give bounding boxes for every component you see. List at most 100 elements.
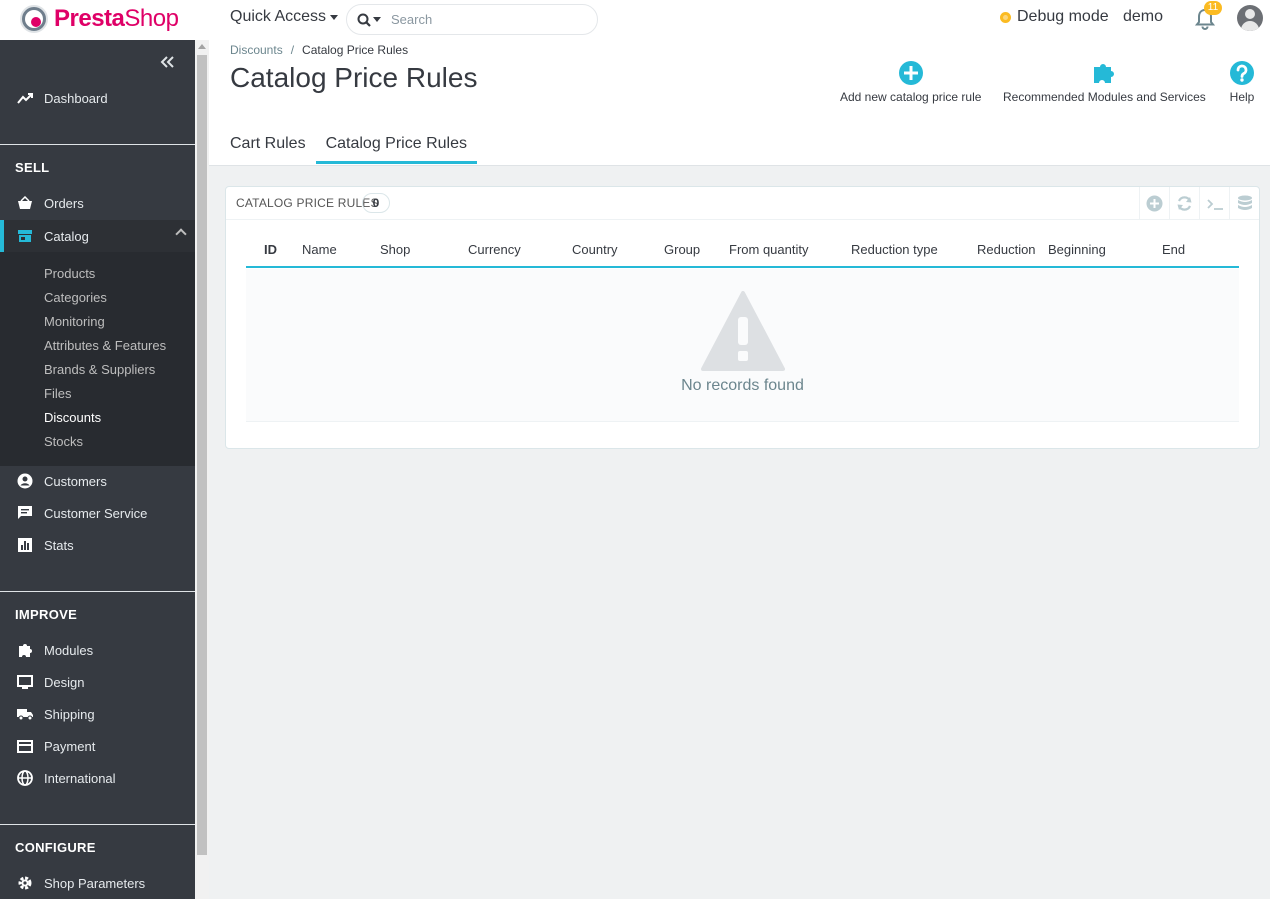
modules-button-label: Recommended Modules and Services [1003, 90, 1206, 104]
caret-down-icon [373, 17, 381, 22]
terminal-icon [1206, 198, 1223, 210]
page-header: Discounts / Catalog Price Rules Catalog … [209, 40, 1270, 166]
sidebar-item-modules[interactable]: Modules [0, 634, 195, 666]
help-button[interactable]: Help [1229, 60, 1255, 104]
caret-down-icon [330, 14, 339, 20]
gear-icon [16, 874, 34, 892]
sidebar-item-payment[interactable]: Payment [0, 730, 195, 762]
column-header-name[interactable]: Name [302, 242, 337, 257]
column-header-group[interactable]: Group [664, 242, 700, 257]
sidebar-item-label: Catalog [44, 228, 89, 244]
section-title-configure: CONFIGURE [15, 840, 96, 855]
column-header-from-quantity[interactable]: From quantity [729, 242, 808, 257]
sidebar-item-shipping[interactable]: Shipping [0, 698, 195, 730]
column-header-beginning[interactable]: Beginning [1048, 242, 1106, 257]
tab-cart-rules[interactable]: Cart Rules [230, 128, 316, 164]
breadcrumb-current: Catalog Price Rules [302, 43, 409, 57]
show-sql-query-tool[interactable] [1199, 187, 1229, 220]
sidebar-item-label: Dashboard [44, 90, 108, 106]
panel-heading: Catalog Price Rules 0 [226, 187, 1259, 220]
sidebar-subitem-stocks[interactable]: Stocks [44, 434, 83, 449]
debug-mode-indicator[interactable]: Debug mode [1000, 8, 1109, 26]
sidebar-item-shop-parameters[interactable]: Shop Parameters [0, 867, 195, 899]
search-input[interactable] [391, 12, 571, 27]
column-header-reduction-type[interactable]: Reduction type [851, 242, 938, 257]
add-new-tool[interactable] [1139, 187, 1169, 220]
sidebar-subitem-discounts[interactable]: Discounts [44, 410, 101, 425]
puzzle-icon [1094, 64, 1115, 83]
sidebar-subitem-categories[interactable]: Categories [44, 290, 107, 305]
empty-state: No records found [246, 269, 1239, 422]
breadcrumb-parent[interactable]: Discounts [230, 43, 283, 57]
account-circle-icon [16, 472, 34, 490]
logo-text-part2: Shop [124, 5, 179, 32]
sidebar-item-label: Shipping [44, 706, 95, 722]
sidebar-item-label: Customers [44, 473, 107, 489]
divider [0, 144, 195, 145]
sidebar-scrollbar[interactable] [195, 40, 209, 899]
panel-toolbar [1139, 187, 1259, 220]
desktop-icon [16, 673, 34, 691]
column-header-reduction[interactable]: Reduction [977, 242, 1036, 257]
sidebar-item-dashboard[interactable]: Dashboard [0, 82, 195, 114]
sidebar-subitem-monitoring[interactable]: Monitoring [44, 314, 105, 329]
panel-title: Catalog Price Rules [236, 196, 379, 210]
export-sql-manager-tool[interactable] [1229, 187, 1259, 220]
globe-icon [16, 769, 34, 787]
column-header-id[interactable]: ID [264, 242, 277, 257]
sidebar: Dashboard SELL Orders Catalog Products C… [0, 40, 195, 899]
quick-access-dropdown[interactable]: Quick Access [230, 8, 339, 26]
avatar[interactable] [1237, 5, 1263, 31]
sidebar-item-design[interactable]: Design [0, 666, 195, 698]
add-circle-icon [1146, 195, 1163, 212]
tab-catalog-price-rules[interactable]: Catalog Price Rules [315, 128, 477, 164]
add-catalog-price-rule-button[interactable]: Add new catalog price rule [840, 60, 981, 104]
divider [0, 591, 195, 592]
sidebar-item-label: Shop Parameters [44, 875, 146, 891]
sidebar-item-customers[interactable]: Customers [0, 465, 195, 497]
collapse-sidebar-icon[interactable] [160, 52, 174, 73]
logo-text-part1: Presta [54, 5, 125, 32]
scroll-up-icon[interactable] [198, 44, 206, 49]
empty-state-text: No records found [681, 377, 804, 394]
help-circle-icon [1230, 61, 1254, 85]
sidebar-subitem-products[interactable]: Products [44, 266, 95, 281]
trending-up-icon [16, 89, 34, 107]
page-title: Catalog Price Rules [230, 62, 478, 93]
tabs: Cart Rules Catalog Price Rules [230, 128, 477, 164]
credit-card-icon [16, 737, 34, 755]
bar-chart-icon [16, 536, 34, 554]
column-header-end[interactable]: End [1162, 242, 1185, 257]
warning-icon [701, 291, 785, 371]
breadcrumb-separator: / [290, 43, 295, 57]
sidebar-subitem-attributes[interactable]: Attributes & Features [44, 338, 166, 353]
column-header-country[interactable]: Country [572, 242, 618, 257]
sidebar-item-international[interactable]: International [0, 762, 195, 794]
sidebar-item-catalog[interactable]: Catalog [0, 220, 195, 252]
column-header-currency[interactable]: Currency [468, 242, 521, 257]
sidebar-subitem-brands[interactable]: Brands & Suppliers [44, 362, 155, 377]
top-bar: PrestaShop Quick Access Debug mode demo … [0, 0, 1270, 40]
scrollbar-thumb[interactable] [197, 55, 207, 855]
logo-text: PrestaShop [54, 5, 179, 33]
shop-name[interactable]: demo [1123, 8, 1163, 26]
bug-icon [1000, 11, 1011, 23]
search-type-dropdown[interactable] [357, 13, 381, 27]
prestashop-logo-icon [20, 5, 48, 33]
recommended-modules-button[interactable]: Recommended Modules and Services [1003, 60, 1206, 104]
sidebar-item-label: Payment [44, 738, 96, 754]
sidebar-item-label: Modules [44, 642, 94, 658]
refresh-list-tool[interactable] [1169, 187, 1199, 220]
sidebar-item-label: Customer Service [44, 505, 148, 521]
sidebar-item-orders[interactable]: Orders [0, 187, 195, 219]
logo[interactable]: PrestaShop [20, 4, 179, 34]
search-box [346, 4, 598, 35]
shopping-basket-icon [16, 194, 34, 212]
sidebar-item-stats[interactable]: Stats [0, 529, 195, 561]
column-header-shop[interactable]: Shop [380, 242, 410, 257]
sidebar-item-customer-service[interactable]: Customer Service [0, 497, 195, 529]
breadcrumb: Discounts / Catalog Price Rules [230, 43, 408, 57]
sidebar-subitem-files[interactable]: Files [44, 386, 71, 401]
chat-icon [16, 504, 34, 522]
sidebar-item-label: Stats [44, 537, 74, 553]
